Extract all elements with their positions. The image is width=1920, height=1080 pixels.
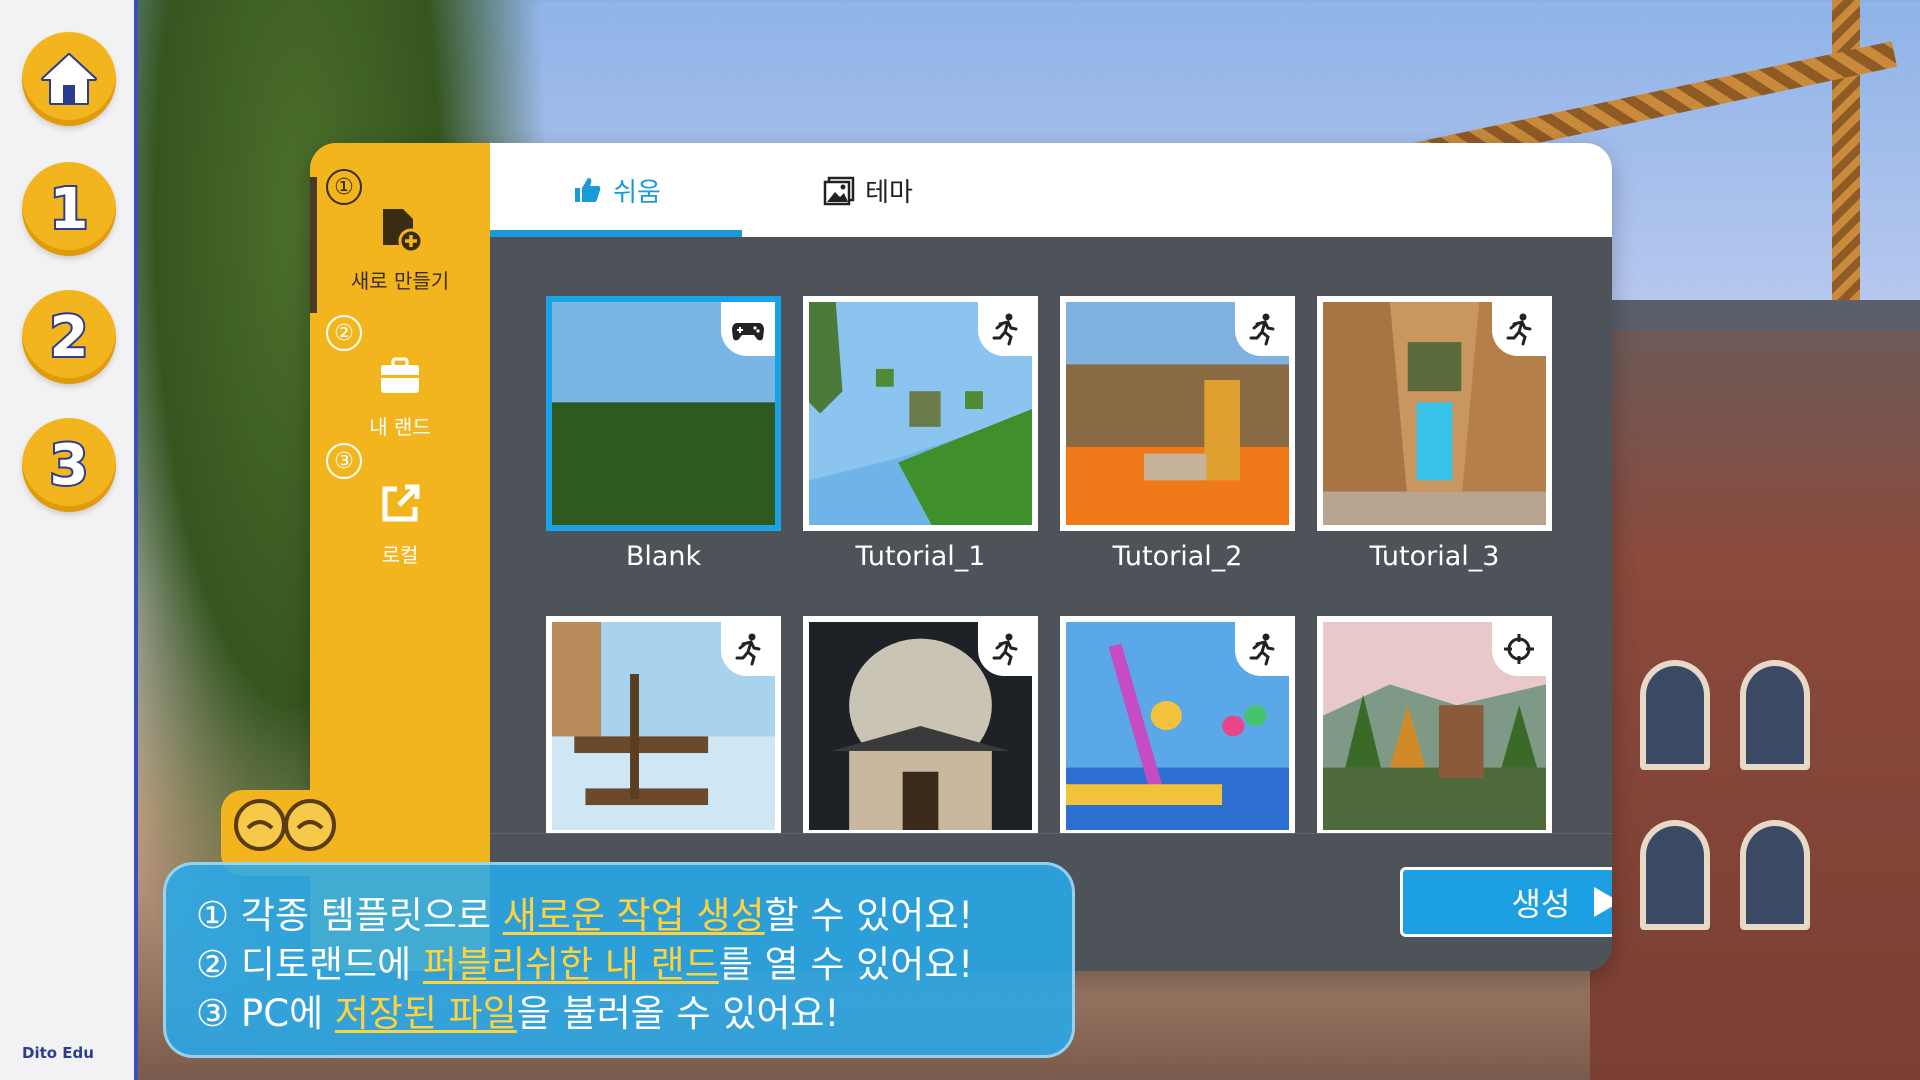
help-text: 할 수 있어요! — [764, 894, 974, 937]
create-button[interactable]: 생성 — [1400, 867, 1612, 937]
template-card-7[interactable] — [1060, 616, 1295, 836]
help-highlight: 저장된 파일 — [334, 992, 517, 1035]
help-line-1: ① 각종 템플릿으로 새로운 작업 생성할 수 있어요! — [196, 891, 1042, 940]
badge — [1235, 622, 1289, 676]
new-file-icon — [383, 209, 424, 254]
tab-theme[interactable]: 테마 — [742, 143, 994, 237]
template-thumbnail — [1317, 616, 1552, 836]
template-label: Tutorial_3 — [1369, 541, 1500, 572]
badge — [721, 622, 775, 676]
runner-icon — [735, 633, 761, 666]
background-window — [1740, 660, 1810, 770]
badge — [978, 302, 1032, 356]
help-line-3: ③ PC에 저장된 파일을 불러올 수 있어요! — [196, 989, 1042, 1038]
help-text: ② 디토랜드에 — [196, 943, 423, 986]
tab-easy[interactable]: 쉬움 — [490, 143, 742, 237]
template-thumbnail — [1060, 296, 1295, 531]
template-card-tutorial-1[interactable]: Tutorial_1 — [803, 296, 1038, 572]
help-bubble: ① 각종 템플릿으로 새로운 작업 생성할 수 있어요! ② 디토랜드에 퍼블리… — [163, 862, 1075, 1058]
step-3-button[interactable]: 3 — [22, 418, 116, 512]
runner-icon — [992, 633, 1018, 666]
template-card-tutorial-2[interactable]: Tutorial_2 — [1060, 296, 1295, 572]
image-gallery-icon — [823, 176, 855, 206]
sidebar-number: ① — [326, 169, 362, 205]
tab-label: 쉬움 — [613, 177, 661, 208]
left-rail: 1 2 3 Dito Edu — [0, 0, 138, 1080]
crosshair-icon — [1504, 634, 1534, 664]
help-text: ① 각종 템플릿으로 — [196, 894, 503, 937]
template-thumbnail — [803, 296, 1038, 531]
play-icon — [1594, 887, 1612, 917]
template-label: Tutorial_1 — [855, 541, 986, 572]
template-grid: Blank Tutorial_1 Tutorial_2 Tutorial_3 — [546, 296, 1556, 836]
new-project-dialog: ① 새로 만들기 ② 내 랜드 ③ 로컬 쉬움 테마 Blank Tutoria… — [310, 143, 1612, 971]
background-window — [1640, 660, 1710, 770]
step-2-button[interactable]: 2 — [22, 290, 116, 384]
ditoedu-logo: Dito Edu — [22, 1044, 94, 1062]
help-text: 를 열 수 있어요! — [718, 943, 974, 986]
sidebar-item-label: 로컬 — [381, 543, 419, 567]
thumbs-up-icon — [575, 178, 601, 202]
help-highlight: 새로운 작업 생성 — [502, 894, 765, 937]
sidebar-item-new[interactable]: ① 새로 만들기 — [310, 165, 490, 313]
help-line-2: ② 디토랜드에 퍼블리쉬한 내 랜드를 열 수 있어요! — [196, 940, 1042, 989]
home-icon — [41, 53, 97, 105]
template-card-blank[interactable]: Blank — [546, 296, 781, 572]
badge — [721, 302, 775, 356]
home-button[interactable] — [22, 32, 116, 126]
sidebar-number: ③ — [326, 443, 362, 479]
create-button-label: 생성 — [1511, 885, 1571, 923]
runner-icon — [1249, 313, 1275, 346]
runner-icon — [1249, 633, 1275, 666]
template-label: Tutorial_2 — [1112, 541, 1243, 572]
template-thumbnail — [1060, 616, 1295, 836]
open-external-icon — [382, 484, 420, 522]
template-card-5[interactable] — [546, 616, 781, 836]
template-thumbnail — [546, 296, 781, 531]
runner-icon — [992, 313, 1018, 346]
dialog-content: 쉬움 테마 Blank Tutorial_1 Tutorial_2 Tutori… — [490, 143, 1612, 971]
sidebar-number: ② — [326, 315, 362, 351]
background-window — [1740, 820, 1810, 930]
runner-icon — [1506, 313, 1532, 346]
briefcase-icon — [381, 357, 419, 393]
badge — [978, 622, 1032, 676]
template-card-tutorial-3[interactable]: Tutorial_3 — [1317, 296, 1552, 572]
help-text: 을 불러올 수 있어요! — [516, 992, 840, 1035]
badge — [1235, 302, 1289, 356]
tab-label: 테마 — [865, 177, 913, 208]
sidebar-item-my-land[interactable]: ② 내 랜드 — [310, 311, 490, 441]
sidebar-item-label: 새로 만들기 — [350, 269, 450, 293]
template-card-8[interactable] — [1317, 616, 1552, 836]
gamepad-icon — [732, 323, 764, 341]
help-highlight: 퍼블리쉬한 내 랜드 — [422, 943, 719, 986]
badge — [1492, 622, 1546, 676]
tab-bar: 쉬움 테마 — [490, 143, 1612, 237]
template-thumbnail — [1317, 296, 1552, 531]
template-card-6[interactable] — [803, 616, 1038, 836]
sidebar-item-label: 내 랜드 — [369, 415, 431, 439]
background-window — [1640, 820, 1710, 930]
step-1-button[interactable]: 1 — [22, 162, 116, 256]
help-text: ③ PC에 — [196, 992, 335, 1035]
badge — [1492, 302, 1546, 356]
sidebar-item-local[interactable]: ③ 로컬 — [310, 439, 490, 569]
template-label: Blank — [625, 541, 702, 572]
template-thumbnail — [803, 616, 1038, 836]
template-thumbnail — [546, 616, 781, 836]
